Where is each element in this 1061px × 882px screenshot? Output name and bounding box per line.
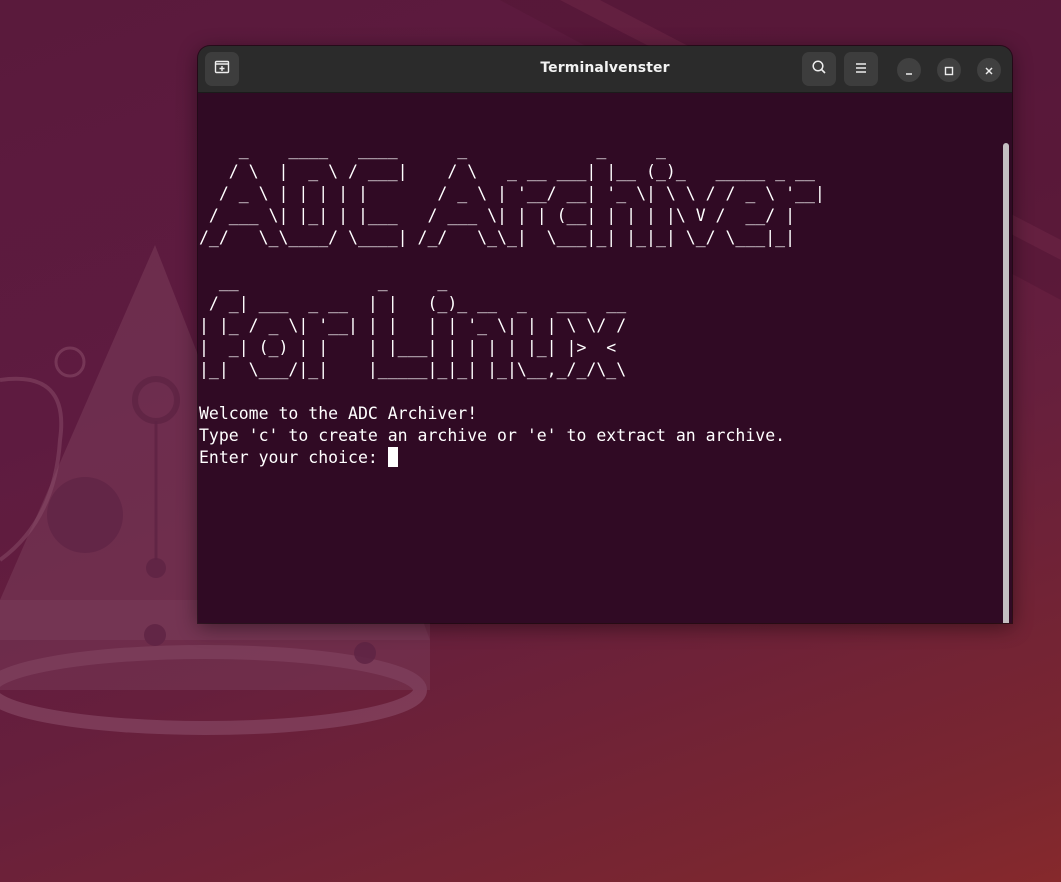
close-icon — [984, 61, 994, 80]
input-prompt: Enter your choice: — [199, 448, 388, 467]
maximize-icon — [944, 61, 954, 80]
text-cursor — [387, 447, 398, 467]
search-icon — [811, 59, 827, 79]
hamburger-menu-icon — [854, 60, 868, 79]
menu-button[interactable] — [844, 52, 878, 86]
welcome-line: Welcome to the ADC Archiver! — [199, 404, 478, 423]
window-title: Terminalvenster — [540, 60, 670, 76]
close-button[interactable] — [977, 58, 1001, 82]
minimize-button[interactable] — [897, 58, 921, 82]
terminal-output: _ ____ ____ _ _ _ / \ | _ \ / ___| / \ _… — [199, 117, 825, 469]
terminal-area[interactable]: _ ____ ____ _ _ _ / \ | _ \ / ___| / \ _… — [198, 93, 1012, 623]
search-button[interactable] — [802, 52, 836, 86]
maximize-button[interactable] — [937, 58, 961, 82]
scrollbar[interactable] — [1003, 143, 1009, 623]
window-titlebar[interactable]: Terminalvenster — [198, 46, 1012, 93]
terminal-window: Terminalvenster _ ____ ____ _ _ _ / \ | … — [198, 46, 1012, 623]
instructions-line: Type 'c' to create an archive or 'e' to … — [199, 426, 786, 445]
minimize-icon — [904, 61, 914, 80]
ascii-banner: _ ____ ____ _ _ _ / \ | _ \ / ___| / \ _… — [199, 140, 825, 379]
